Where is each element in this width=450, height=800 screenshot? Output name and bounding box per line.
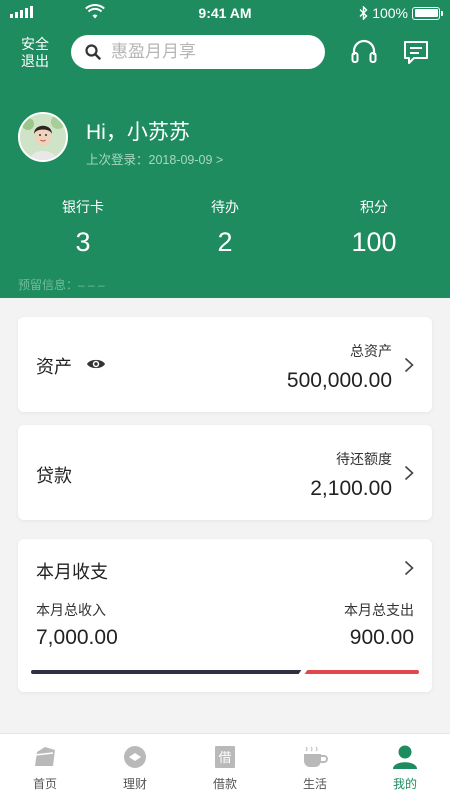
assets-title: 资产: [36, 357, 72, 377]
expense-bar: [302, 670, 419, 674]
tab-label: 首页: [32, 777, 57, 791]
assets-total: 总资产 500,000.00: [287, 341, 392, 393]
monthly-card[interactable]: 本月收支 本月总收入 7,000.00 本月总支出 900.00: [18, 539, 432, 692]
bluetooth-icon: [359, 6, 368, 20]
stat-value: 3: [75, 227, 91, 257]
total-assets-value: 500,000.00: [286, 369, 392, 392]
tab-label: 借款: [212, 777, 237, 791]
income-value: 7,000.00: [36, 626, 118, 649]
stat-todo[interactable]: 待办 2: [165, 197, 285, 258]
tab-label: 我的: [392, 777, 417, 791]
chevron-right-icon: [404, 465, 414, 481]
search-bar[interactable]: [71, 35, 325, 69]
svg-text:借: 借: [218, 751, 231, 766]
search-icon: [85, 44, 101, 60]
tab-bar: 首页 理财 借 借款 生活 我的: [0, 733, 450, 800]
loan-title: 贷款: [36, 466, 72, 486]
header: 9:41 AM 100% 安全退出 惠盈月月享 Hi，小苏苏 上次登录：2018…: [0, 0, 450, 298]
wealth-icon: [122, 744, 148, 770]
tab-borrow[interactable]: 借 借款: [180, 734, 270, 800]
tab-label: 生活: [302, 777, 327, 791]
eye-icon[interactable]: [86, 357, 106, 371]
stat-label: 积分: [360, 199, 388, 215]
battery-percent: 100%: [372, 5, 408, 21]
stat-label: 银行卡: [62, 199, 104, 215]
tab-home[interactable]: 首页: [0, 734, 90, 800]
expense-label: 本月总支出: [344, 602, 414, 618]
tab-life[interactable]: 生活: [270, 734, 360, 800]
loan-card[interactable]: 贷款 待还额度 2,100.00: [18, 425, 432, 520]
last-login-link[interactable]: 上次登录：2018-09-09 >: [86, 149, 223, 168]
loan-due-value: 2,100.00: [310, 477, 392, 500]
avatar[interactable]: [18, 112, 68, 162]
chevron-right-icon: [404, 357, 414, 373]
message-icon[interactable]: [402, 38, 430, 66]
expense-value: 900.00: [349, 626, 414, 649]
coffee-icon: [302, 744, 328, 770]
loan-due-label: 待还额度: [336, 451, 392, 467]
status-bar: 9:41 AM 100%: [0, 0, 450, 28]
loan-due: 待还额度 2,100.00: [310, 449, 392, 501]
monthly-title: 本月收支: [36, 562, 108, 582]
income-label: 本月总收入: [36, 602, 106, 618]
total-assets-label: 总资产: [350, 343, 392, 359]
tab-label: 理财: [122, 777, 147, 791]
home-icon: [32, 744, 58, 770]
assets-card[interactable]: 资产 总资产 500,000.00: [18, 317, 432, 412]
stat-points[interactable]: 积分 100: [314, 197, 434, 258]
reserved-info: 预留信息：– – –: [18, 278, 105, 292]
stat-value: 2: [217, 227, 233, 257]
stat-value: 100: [351, 227, 397, 257]
logout-button[interactable]: 安全退出: [20, 36, 50, 70]
headset-icon[interactable]: [350, 38, 378, 66]
tab-wealth[interactable]: 理财: [90, 734, 180, 800]
borrow-icon: 借: [212, 744, 238, 770]
income-bar: [31, 670, 303, 674]
search-input[interactable]: [111, 42, 311, 62]
greeting: Hi，小苏苏: [86, 121, 190, 144]
stat-label: 待办: [211, 199, 239, 215]
user-icon: [392, 744, 418, 770]
stat-bank-cards[interactable]: 银行卡 3: [23, 197, 143, 258]
tab-mine[interactable]: 我的: [360, 734, 450, 800]
battery-icon: [412, 6, 443, 20]
income-expense-bar: [31, 669, 419, 675]
status-right: 100%: [359, 5, 443, 21]
chevron-right-icon: [404, 560, 414, 576]
